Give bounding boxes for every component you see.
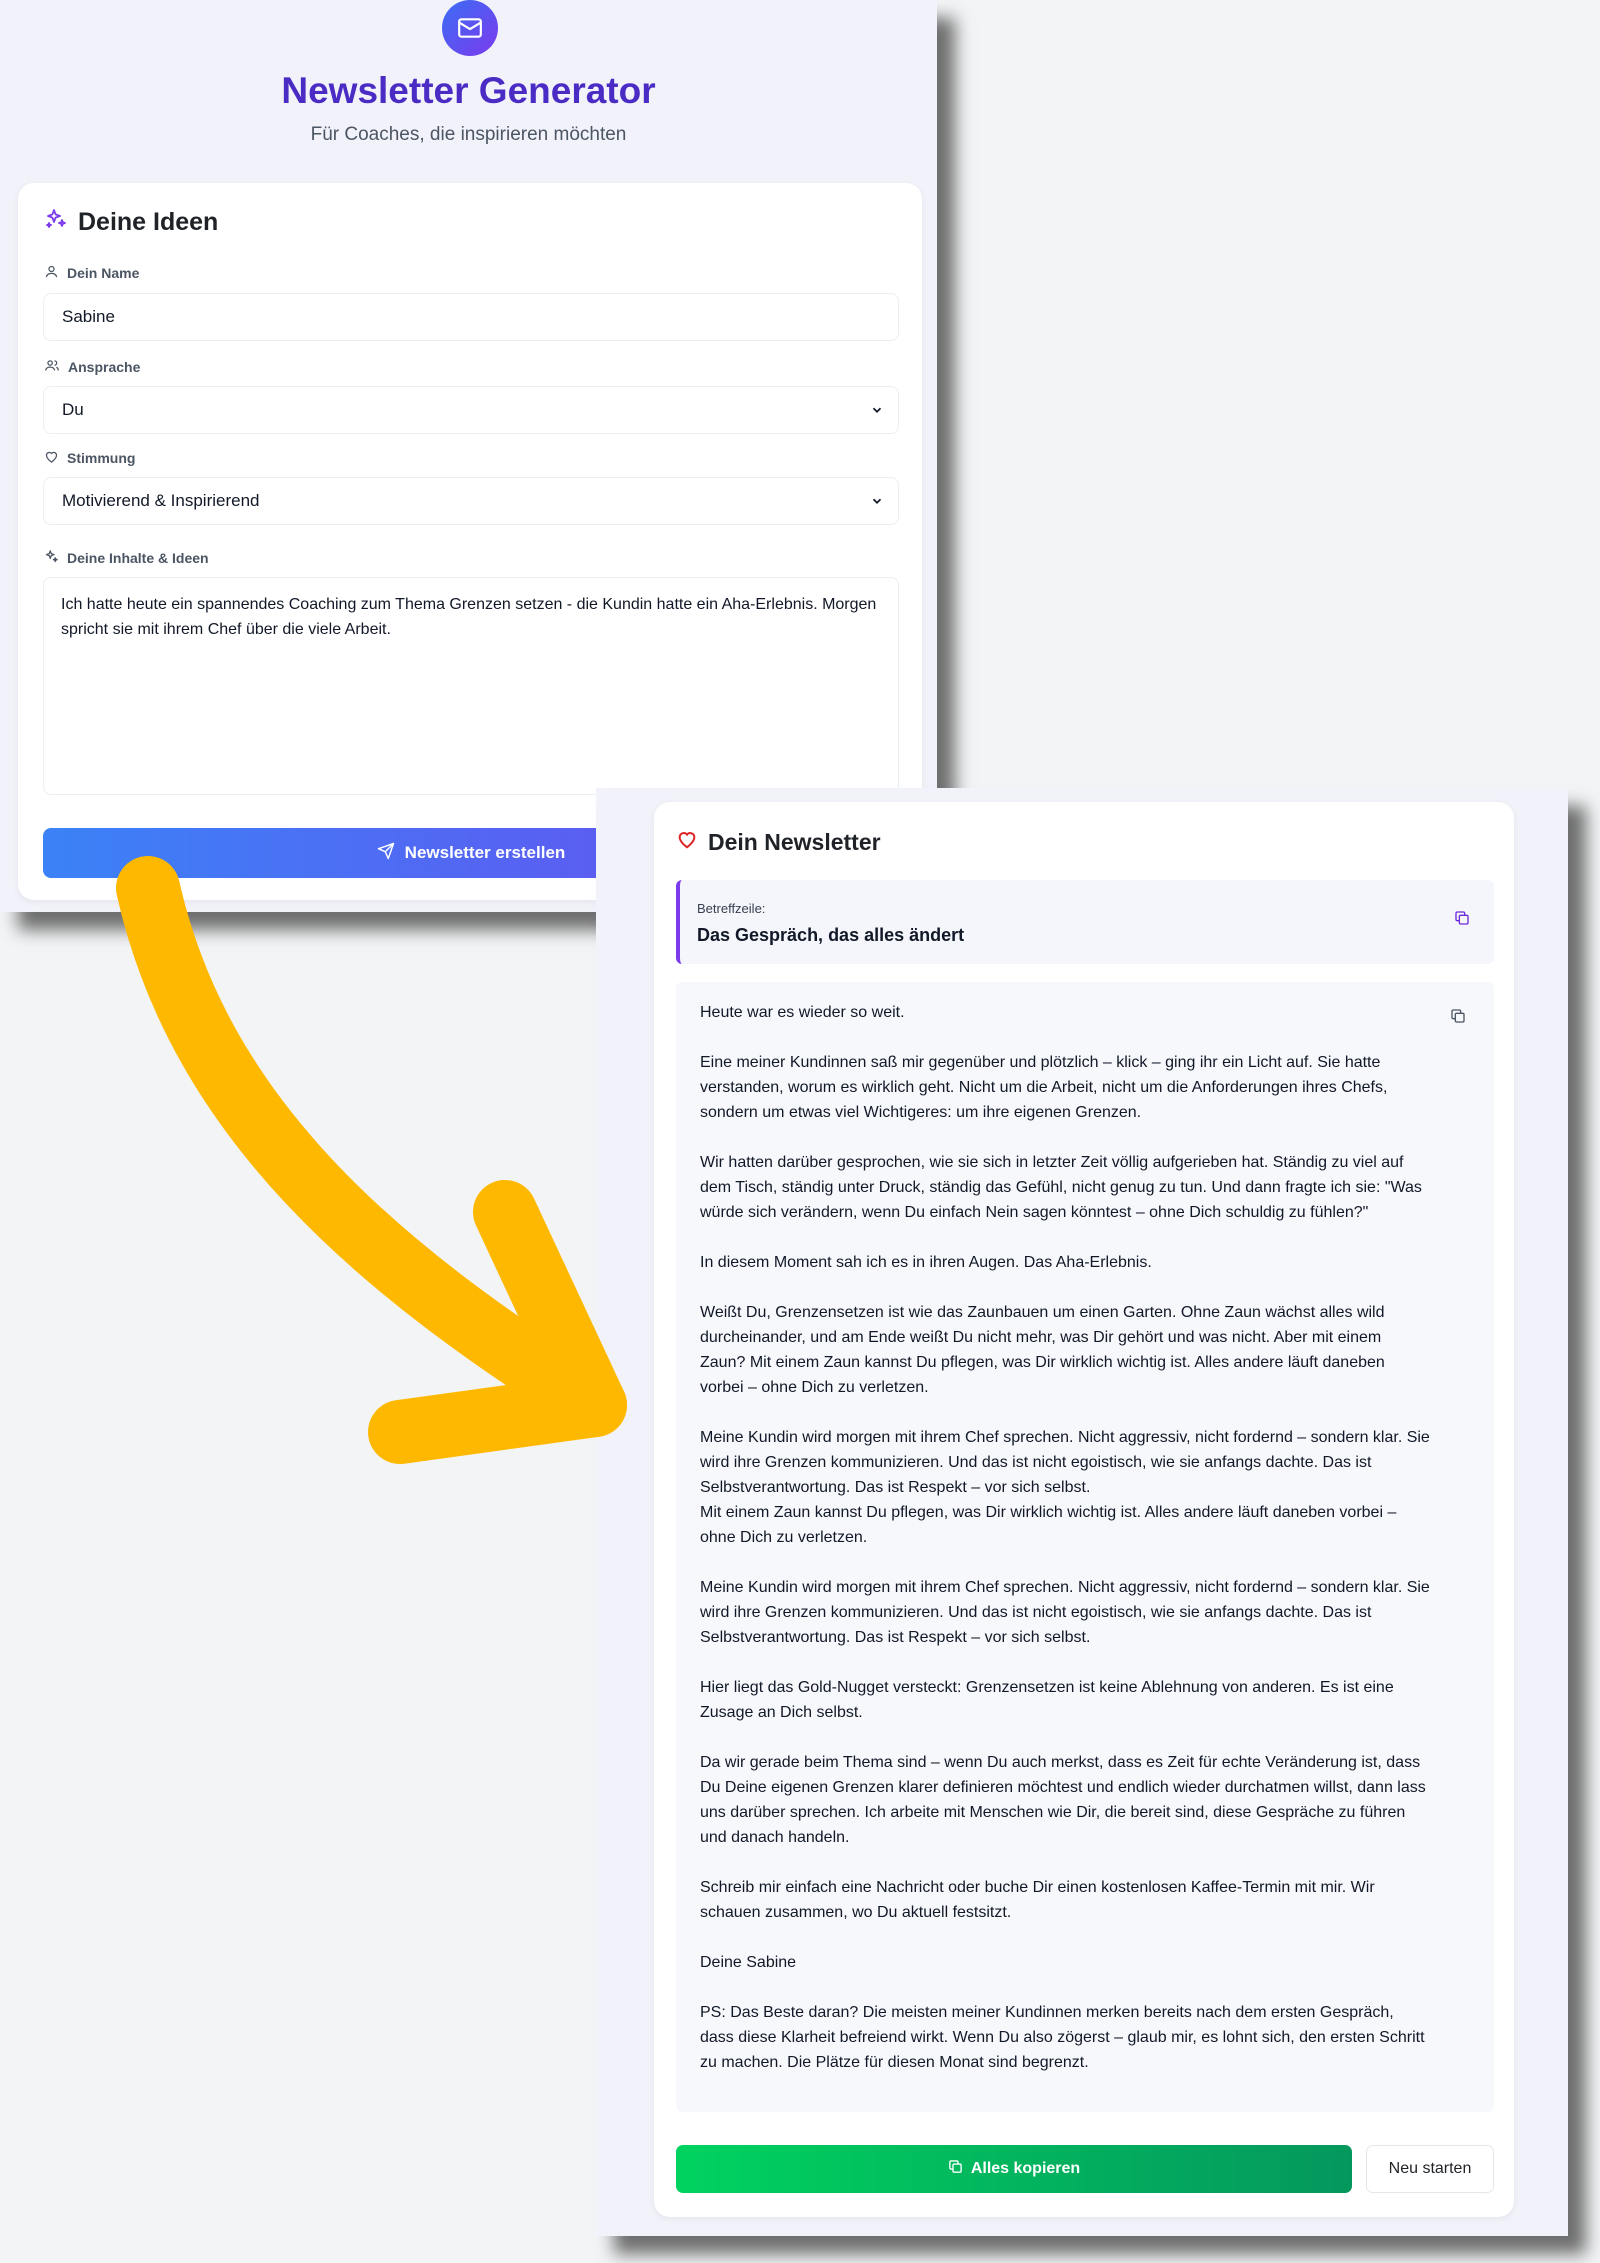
name-value: Sabine: [62, 307, 115, 326]
body-paragraph: Schreib mir einfach eine Nachricht oder …: [700, 1879, 1375, 1921]
body-paragraph: Hier liegt das Gold-Nugget versteckt: Gr…: [700, 1679, 1394, 1721]
heart-icon: [676, 828, 698, 856]
subject-line: Das Gespräch, das alles ändert: [697, 925, 965, 945]
content-label-text: Deine Inhalte & Ideen: [67, 550, 209, 566]
body-paragraph: Meine Kundin wird morgen mit ihrem Chef …: [700, 1579, 1430, 1646]
sparkles-icon: [44, 549, 59, 567]
chevron-down-icon: [870, 402, 884, 422]
body-paragraph: Mit einem Zaun kannst Du pflegen, was Di…: [700, 1504, 1397, 1546]
body-paragraph: Heute war es wieder so weit.: [700, 1004, 905, 1021]
name-label: Dein Name: [44, 264, 139, 282]
body-paragraph: Deine Sabine: [700, 1954, 797, 1971]
body-paragraph: Wir hatten darüber gesprochen, wie sie s…: [700, 1154, 1422, 1221]
chevron-down-icon: [870, 493, 884, 513]
address-select[interactable]: Du: [43, 386, 899, 434]
body-paragraph: Weißt Du, Grenzensetzen ist wie das Zaun…: [700, 1304, 1385, 1396]
newsletter-text: Heute war es wieder so weit. Eine meiner…: [700, 1000, 1430, 2100]
body-paragraph: Meine Kundin wird morgen mit ihrem Chef …: [700, 1429, 1430, 1496]
name-label-text: Dein Name: [67, 265, 140, 281]
body-paragraph: Da wir gerade beim Thema sind – wenn Du …: [700, 1754, 1426, 1846]
copy-body-icon[interactable]: [1450, 1008, 1468, 1026]
create-newsletter-label: Newsletter erstellen: [404, 843, 566, 862]
app-subtitle: Für Coaches, die inspirieren möchten: [310, 124, 627, 145]
generator-window: Newsletter Generator Für Coaches, die in…: [0, 0, 937, 912]
app-title: Newsletter Generator: [281, 70, 656, 111]
copy-icon: [948, 2159, 963, 2179]
address-label-text: Ansprache: [68, 359, 141, 375]
body-paragraph: In diesem Moment sah ich es in ihren Aug…: [700, 1254, 1152, 1271]
newsletter-card: Dein Newsletter Betreffzeile: Das Gesprä…: [654, 802, 1514, 2217]
heart-icon: [44, 449, 59, 467]
body-paragraph: Eine meiner Kundinnen saß mir gegenüber …: [700, 1054, 1388, 1121]
ideas-card-title: Deine Ideen: [44, 207, 218, 238]
content-label: Deine Inhalte & Ideen: [44, 549, 209, 567]
content-textarea[interactable]: Ich hatte heute ein spannendes Coaching …: [43, 577, 899, 795]
mood-label-text: Stimmung: [67, 450, 136, 466]
copy-all-button[interactable]: Alles kopieren: [676, 2145, 1352, 2193]
ideas-heading: Deine Ideen: [78, 208, 219, 236]
body-paragraph: PS: Das Beste daran? Die meisten meiner …: [700, 2004, 1425, 2071]
mood-value: Motivierend & Inspirierend: [62, 491, 260, 510]
copy-subject-icon[interactable]: [1454, 910, 1472, 928]
restart-button[interactable]: Neu starten: [1366, 2145, 1494, 2193]
mail-icon: [442, 0, 498, 56]
mood-select[interactable]: Motivierend & Inspirierend: [43, 477, 899, 525]
mood-label: Stimmung: [44, 449, 135, 467]
subject-label: Betreffzeile:: [697, 901, 766, 916]
result-window: Dein Newsletter Betreffzeile: Das Gesprä…: [596, 788, 1568, 2236]
sparkles-icon: [44, 207, 68, 238]
copy-all-label: Alles kopieren: [970, 2160, 1081, 2177]
address-value: Du: [62, 400, 84, 419]
newsletter-title: Dein Newsletter: [676, 828, 881, 856]
subject-box: Betreffzeile: Das Gespräch, das alles än…: [676, 880, 1494, 964]
newsletter-body: Heute war es wieder so weit. Eine meiner…: [676, 982, 1494, 2112]
address-label: Ansprache: [44, 358, 140, 376]
users-icon: [44, 358, 60, 376]
send-icon: [377, 842, 395, 865]
name-field[interactable]: Sabine: [43, 293, 899, 341]
newsletter-heading: Dein Newsletter: [708, 828, 881, 855]
user-icon: [44, 264, 59, 282]
